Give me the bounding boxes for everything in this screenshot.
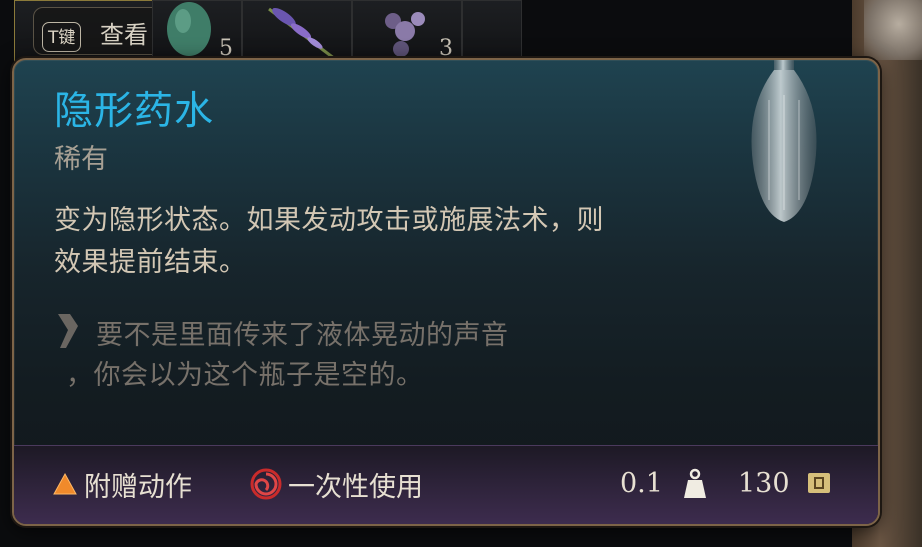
examine-label: 查看	[100, 21, 148, 49]
item-rarity: 稀有	[54, 144, 108, 175]
item-description: 变为隐形状态。如果发动攻击或施展法术，则效果提前结束。	[54, 205, 604, 278]
examine-prompt[interactable]: T键 查看	[33, 7, 171, 55]
lavender-herb-icon	[268, 7, 336, 61]
weight-icon	[684, 468, 706, 498]
item-tooltip: 隐形药水 稀有 变为隐形状态。如果发动攻击或施展法术，则效果提前结束。 要不是里…	[12, 58, 880, 526]
bonus-action-label: 附赠动作	[84, 471, 192, 503]
flavor-text: 要不是里面传来了液体晃动的声音 ，你会以为这个瓶子是空的。	[66, 316, 596, 396]
character-hair	[864, 0, 922, 60]
item-stats-bar: 附赠动作 一次性使用 0.1 130	[14, 445, 878, 524]
gold-coin-icon	[808, 473, 830, 493]
lavender-herb-slot[interactable]	[242, 0, 352, 62]
item-name: 隐形药水	[54, 89, 215, 134]
green-potion-icon	[167, 2, 211, 56]
single-use-tag: 一次性使用	[250, 464, 423, 504]
inventory-slot-1[interactable]: T键 查看	[14, 0, 171, 62]
red-spiral-icon	[250, 468, 282, 500]
inventory-slot-5[interactable]	[462, 0, 522, 62]
quote-mark-icon	[58, 314, 78, 348]
crystal-slot[interactable]: 3	[352, 0, 462, 62]
orange-triangle-icon	[53, 472, 77, 495]
flavor-line-1: 要不是里面传来了液体晃动的声音	[96, 320, 509, 351]
bonus-action-tag: 附赠动作	[52, 464, 192, 504]
weight-value: 0.1	[620, 468, 663, 499]
price-value: 130	[738, 468, 790, 499]
green-potion-slot[interactable]: 5	[152, 0, 242, 62]
flavor-line-2: ，你会以为这个瓶子是空的。	[66, 360, 424, 391]
potion-bottle-illustration	[751, 60, 817, 222]
key-badge: T键	[42, 22, 82, 52]
single-use-label: 一次性使用	[288, 471, 423, 503]
